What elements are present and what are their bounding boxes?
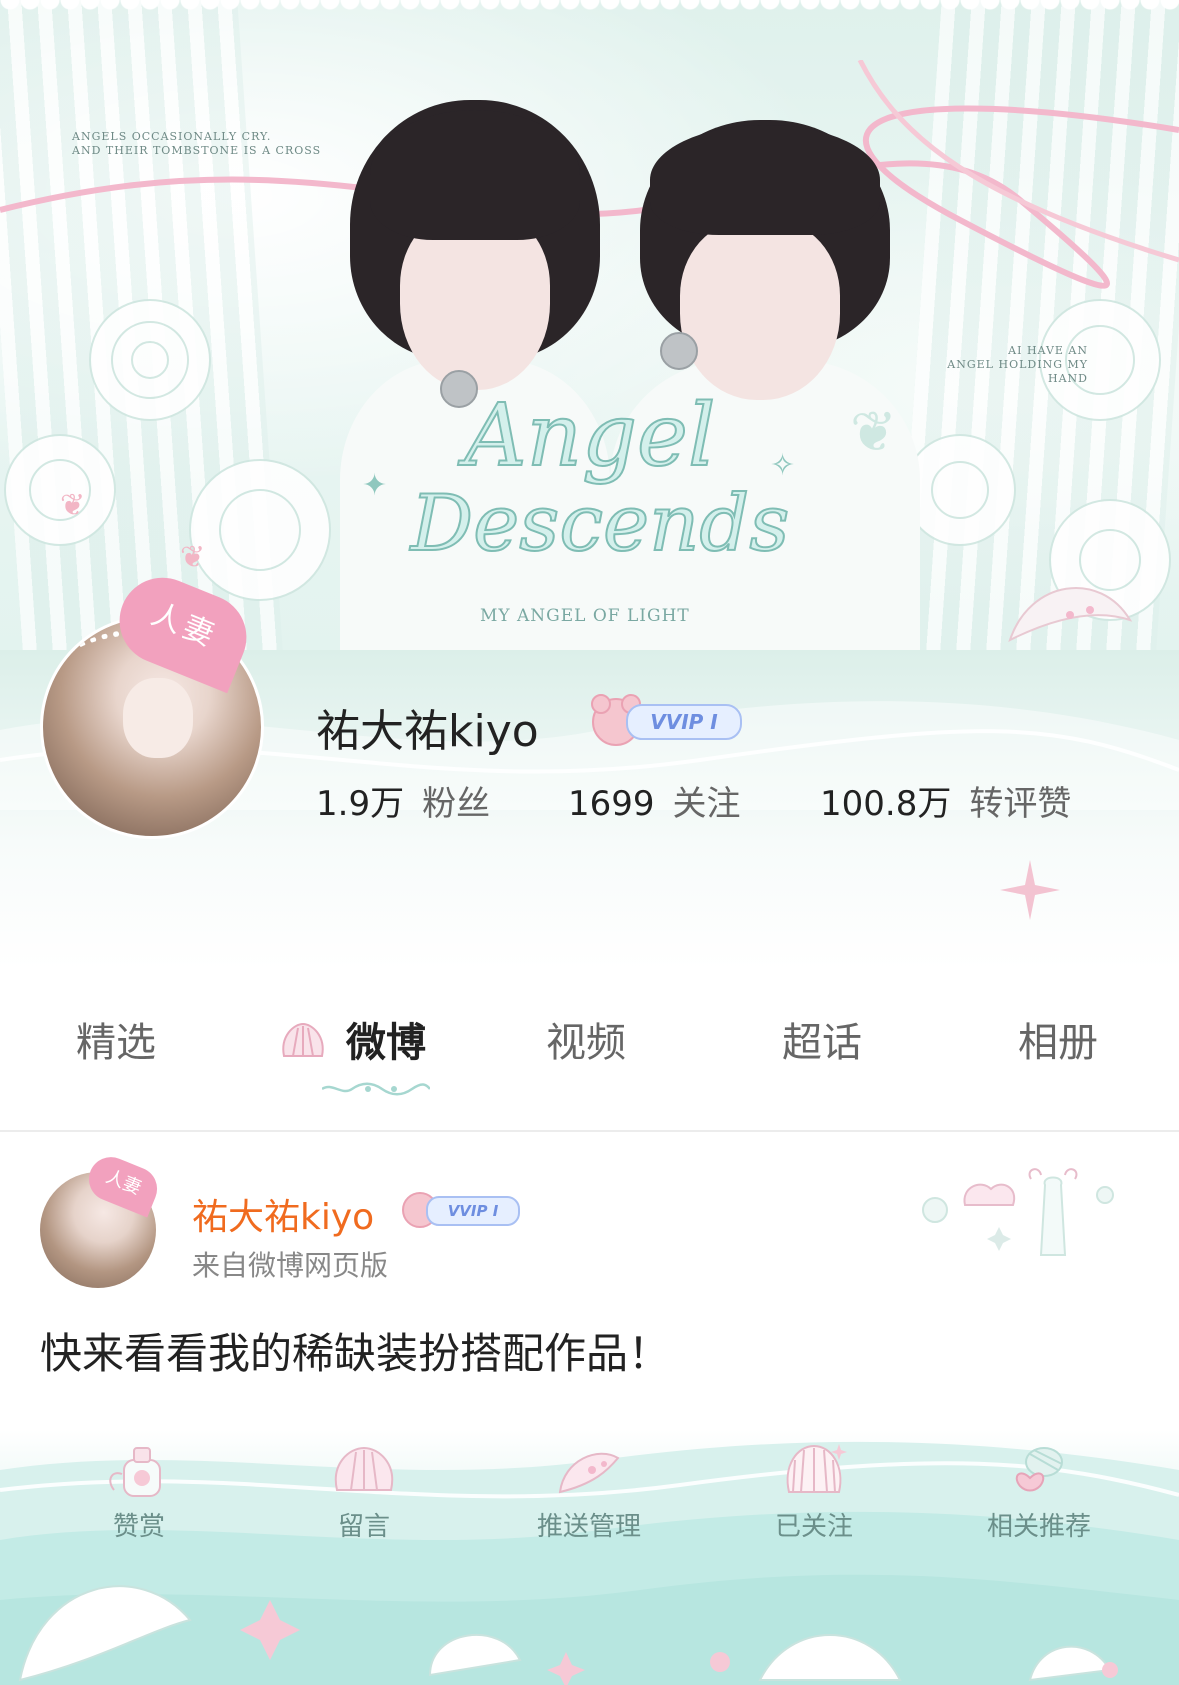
banner-quote-right: AI HAVE AN ANGEL HOLDING MY HAND [947, 344, 1088, 385]
butterfly-icon: ❦ [60, 488, 86, 523]
vvip-badge[interactable]: VVIP I [402, 1192, 520, 1228]
butterfly-icon: ❦ [850, 400, 897, 465]
sparkle-icon: ✧ [770, 448, 796, 483]
comment-button[interactable]: 留言 [284, 1440, 444, 1550]
butterfly-icon: ❦ [180, 540, 206, 575]
conch-icon [558, 1452, 620, 1494]
perfume-bottle-icon [109, 1447, 161, 1497]
related-recommendations-button[interactable]: 相关推荐 [959, 1440, 1119, 1550]
tab-weibo[interactable]: 微博 [346, 1010, 426, 1068]
following-button[interactable]: 已关注 [734, 1440, 894, 1550]
banner-subtitle: MY ANGEL OF LIGHT [480, 606, 690, 626]
shell-icon [282, 1022, 324, 1057]
lace-border [0, 0, 1179, 26]
tab-videos[interactable]: 视频 [546, 1010, 626, 1068]
shell-icon [334, 1446, 394, 1491]
profile-tabs: 精选 微博 视频 超话 相册 [0, 1010, 1179, 1090]
tab-albums[interactable]: 相册 [1018, 1010, 1098, 1068]
banner-title: Angel Descends [410, 386, 791, 569]
banner-person-right [610, 110, 930, 650]
scallop-icon [786, 1444, 847, 1493]
post-username[interactable]: 祐大祐kiyo [192, 1188, 374, 1240]
sparkle-icon: ✦ [362, 468, 388, 503]
reward-button[interactable]: 赞赏 [59, 1440, 219, 1550]
push-management-button[interactable]: 推送管理 [509, 1440, 669, 1550]
candy-icon [1015, 1447, 1063, 1492]
banner-quote-left: ANGELS OCCASIONALLY CRY. AND THEIR TOMBS… [72, 130, 322, 157]
sparkle-icon [1000, 860, 1060, 920]
seashell-decoration [1008, 586, 1133, 642]
followers-stat[interactable]: 1.9万 粉丝 [316, 776, 490, 825]
reposts-comments-likes-stat[interactable]: 100.8万 转评赞 [820, 776, 1071, 825]
tabs-divider [0, 1130, 1179, 1132]
post-source: 来自微博网页版 [192, 1249, 389, 1282]
post-content: 快来看看我的稀缺装扮搭配作品！ [40, 1329, 671, 1378]
profile-stats: 1.9万 粉丝 1699 关注 100.8万 转评赞 [0, 776, 1179, 826]
tab-active-indicator [322, 1082, 430, 1096]
profile-username: 祐大祐kiyo [316, 706, 539, 757]
tab-super-topics[interactable]: 超话 [782, 1010, 862, 1068]
tab-featured[interactable]: 精选 [76, 1010, 156, 1068]
shell-decoration [922, 1168, 1114, 1256]
vvip-badge[interactable]: VVIP I [591, 694, 742, 746]
profile-banner[interactable]: ANGELS OCCASIONALLY CRY. AND THEIR TOMBS… [0, 0, 1179, 650]
following-stat[interactable]: 1699 关注 [568, 776, 741, 825]
